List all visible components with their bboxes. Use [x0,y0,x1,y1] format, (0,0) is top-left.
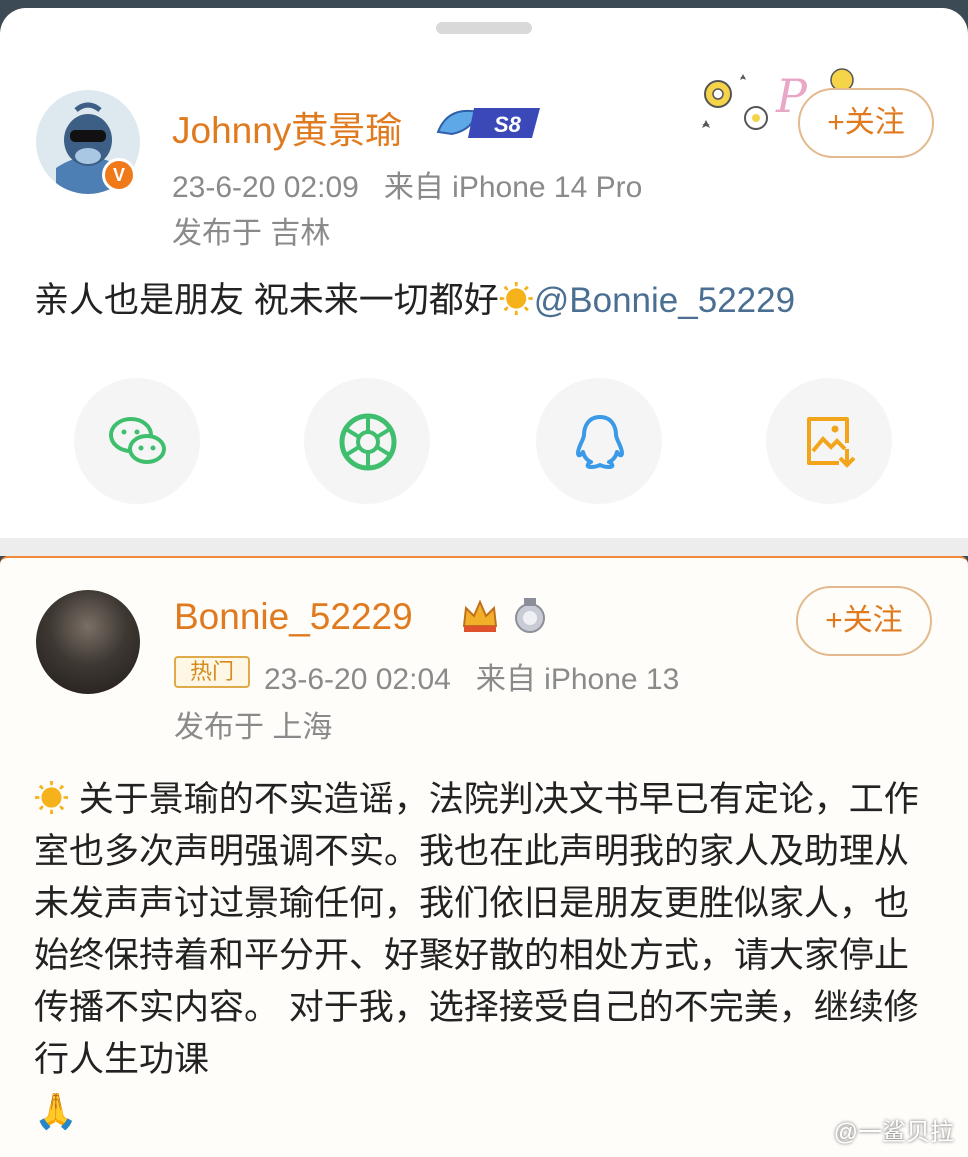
location-bonnie: 发布于 上海 [174,711,333,744]
medal-badge-icon [515,598,545,633]
sun-emoji-icon: ☀ [34,780,70,819]
save-image-icon [807,417,856,468]
mention-link[interactable]: @Bonnie_52229 [534,281,795,320]
post-text: 亲人也是朋友 祝未来一切都好 [34,281,499,320]
post-content-johnny: 亲人也是朋友 祝未来一切都好☀@Bonnie_52229 [34,272,795,323]
post-content-bonnie: ☀ 关于景瑜的不实造谣，法院判决文书早已有定论，工作室也多次声明强调不实。我也在… [34,774,934,1138]
post-meta-bonnie: 23-6-20 02:04 来自 iPhone 13 [264,654,679,698]
share-qq-button[interactable] [536,378,662,504]
moments-icon [339,413,397,471]
share-moments-button[interactable] [304,378,430,504]
post-text: 关于景瑜的不实造谣，法院判决文书早已有定论，工作室也多次声明强调不实。我也在此声… [34,780,919,1079]
svg-text:S8: S8 [494,112,522,137]
qq-icon [576,415,624,469]
hot-tag-badge: 热门 [174,656,250,688]
username-bonnie[interactable]: Bonnie_52229 [174,596,413,638]
sun-emoji-icon: ☀ [498,281,534,320]
wechat-icon [109,417,166,464]
post-meta-johnny: 23-6-20 02:09 来自 iPhone 14 Pro [172,162,642,206]
weibo-watermark: @一鲨贝拉 [833,1119,954,1146]
verified-badge-icon: V [102,158,136,192]
save-image-button[interactable] [766,378,892,504]
whale-level-badge-icon: S8 [436,108,540,138]
avatar-bonnie[interactable] [36,590,140,694]
divider [0,538,968,556]
username-johnny[interactable]: Johnny黄景瑜 [172,100,402,154]
follow-button-johnny[interactable]: +关注 [798,88,934,158]
source-device: 来自 iPhone 14 Pro [383,171,643,204]
location-johnny: 发布于 吉林 [172,217,331,250]
timestamp: 23-6-20 02:04 [264,663,451,696]
timestamp: 23-6-20 02:09 [172,171,359,204]
crown-badge-icon [462,599,498,632]
source-device: 来自 iPhone 13 [475,663,680,696]
follow-button-bonnie[interactable]: +关注 [796,586,932,656]
pray-emoji-icon: 🙏 [34,1092,78,1131]
share-wechat-button[interactable] [74,378,200,504]
drag-handle[interactable] [436,22,532,34]
